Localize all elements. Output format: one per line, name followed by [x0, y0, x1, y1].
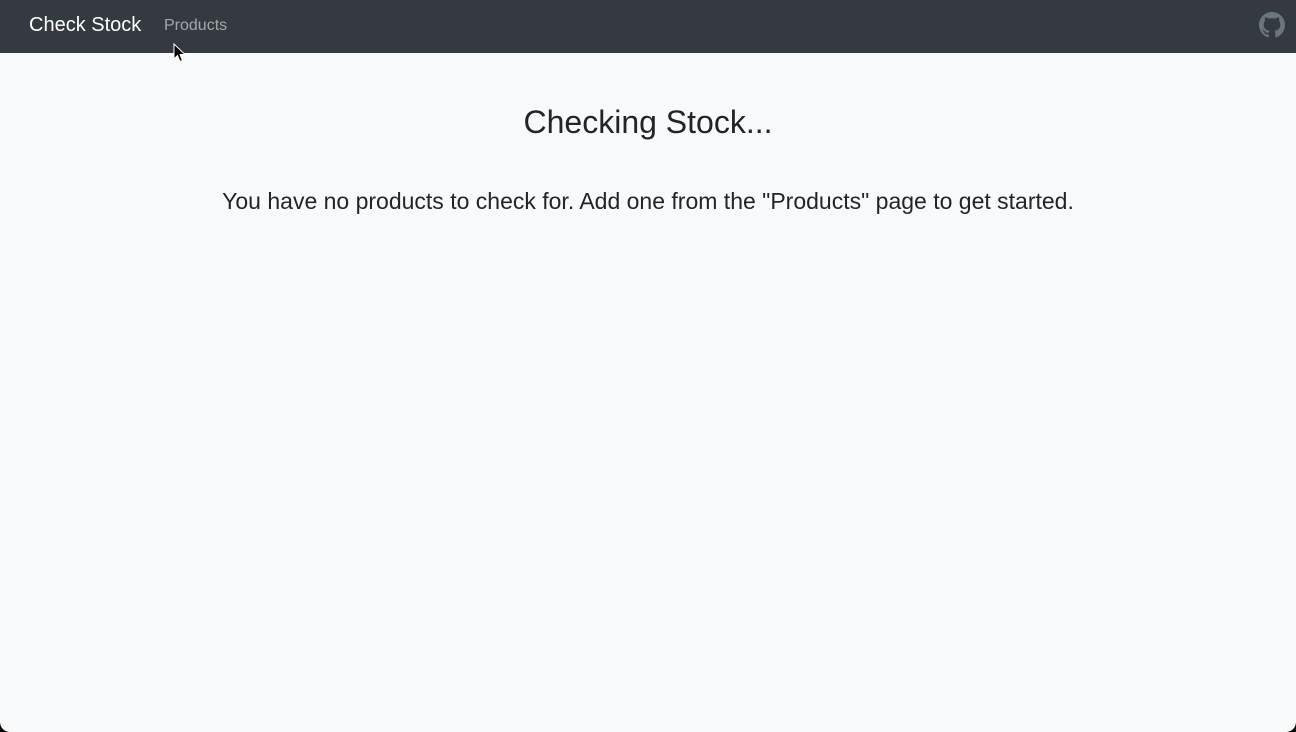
brand-link[interactable]: Check Stock: [29, 13, 141, 37]
page-title: Checking Stock...: [523, 104, 773, 140]
github-link[interactable]: [1259, 12, 1285, 38]
app-window: Check Stock Products Checking Stock... Y…: [0, 0, 1296, 732]
empty-state-message: You have no products to check for. Add o…: [222, 188, 1074, 214]
github-icon: [1259, 12, 1285, 38]
navbar: Check Stock Products: [0, 0, 1296, 53]
nav-link-products[interactable]: Products: [164, 16, 227, 35]
